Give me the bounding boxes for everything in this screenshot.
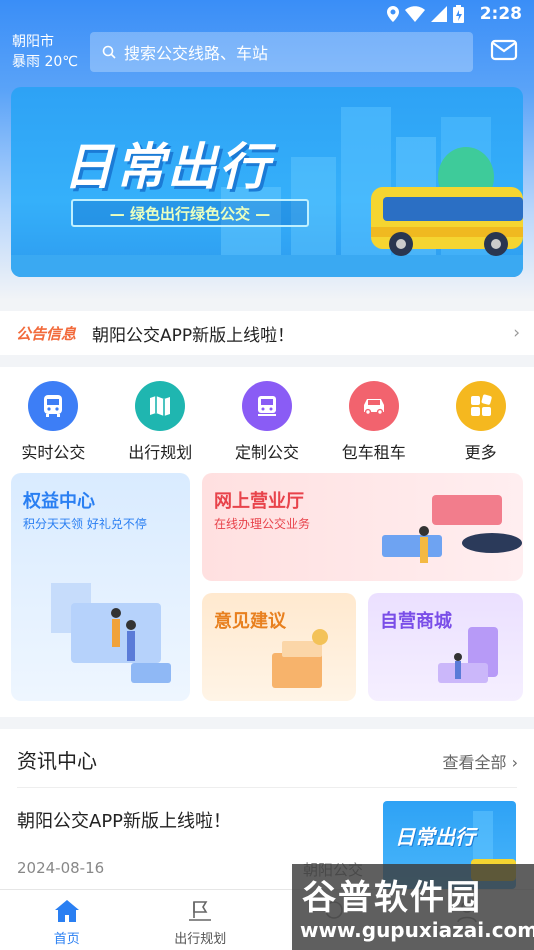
banner-subtitle: — 绿色出行绿色公交 —: [71, 199, 309, 227]
battery-icon: [453, 5, 464, 23]
feedback-illustration: [272, 629, 328, 688]
service-label: 包车租车: [341, 443, 406, 462]
thumbnail-text: 日常出行: [395, 825, 475, 849]
service-realtime-bus[interactable]: 实时公交: [0, 381, 107, 463]
status-icons: [387, 5, 464, 23]
city-weather[interactable]: 朝阳市 暴雨 20℃: [12, 32, 78, 72]
news-item-title[interactable]: 朝阳公交APP新版上线啦！: [17, 807, 231, 833]
notice-text: 朝阳公交APP新版上线啦！: [92, 325, 295, 346]
watermark-url: www.gupuxiazai.com: [300, 918, 534, 942]
wifi-icon: [405, 6, 425, 22]
mall-illustration: [438, 627, 498, 683]
mail-icon[interactable]: [490, 38, 518, 62]
view-all-label: 查看全部: [442, 753, 507, 772]
card-rights-center[interactable]: 权益中心 积分天天领 好礼兑不停: [11, 473, 190, 701]
tab-trip-planning[interactable]: 出行规划: [134, 890, 268, 950]
tab-label: 首页: [53, 932, 80, 947]
service-custom-bus[interactable]: 定制公交: [214, 381, 321, 463]
car-icon: [348, 381, 399, 431]
service-grid: 实时公交 出行规划 定制公交 包车租车 更多: [0, 381, 534, 463]
service-label: 出行规划: [128, 443, 193, 462]
service-trip-planning[interactable]: 出行规划: [107, 381, 214, 463]
tab-home[interactable]: 首页: [0, 890, 134, 950]
service-label: 实时公交: [21, 443, 86, 462]
news-item-date: 2024-08-16: [17, 859, 105, 877]
card-mall[interactable]: 自营商城: [368, 593, 523, 701]
search-icon: [102, 45, 116, 59]
notice-bar[interactable]: 公告信息 朝阳公交APP新版上线啦！ ›: [0, 311, 534, 355]
tab-label: 出行规划: [174, 932, 227, 947]
card-feedback[interactable]: 意见建议: [202, 593, 356, 701]
hall-illustration: [382, 495, 522, 563]
search-bar[interactable]: 搜索公交线路、车站: [90, 32, 473, 72]
news-view-all[interactable]: 查看全部 ›: [442, 749, 518, 773]
service-more[interactable]: 更多: [427, 381, 534, 463]
weather-text: 暴雨 20℃: [12, 54, 78, 70]
divider: [17, 787, 517, 788]
card-online-hall[interactable]: 网上营业厅 在线办理公交业务: [202, 473, 523, 581]
services-section: 实时公交 出行规划 定制公交 包车租车 更多 权益中心 积分天天领 好礼兑不停 …: [0, 367, 534, 717]
search-placeholder: 搜索公交线路、车站: [124, 44, 269, 63]
city-name: 朝阳市: [12, 34, 54, 50]
notice-tag: 公告信息: [16, 324, 77, 343]
watermark: 谷普软件园 www.gupuxiazai.com: [292, 864, 534, 950]
promo-banner[interactable]: 日常出行 — 绿色出行绿色公交 —: [11, 87, 523, 277]
rights-illustration: [51, 583, 171, 683]
home-icon: [54, 900, 79, 922]
app-header: 朝阳市 暴雨 20℃ 搜索公交线路、车站: [0, 30, 534, 74]
service-charter-rental[interactable]: 包车租车: [320, 381, 427, 463]
signal-icon: [431, 6, 447, 22]
status-bar: 2:28: [0, 0, 534, 28]
chevron-right-icon: ›: [513, 323, 520, 343]
service-label: 更多: [464, 443, 497, 462]
custom-bus-icon: [241, 381, 292, 431]
service-label: 定制公交: [234, 443, 299, 462]
location-icon: [387, 6, 399, 22]
more-grid-icon: [455, 381, 506, 431]
watermark-title: 谷普软件园: [302, 878, 482, 918]
clock: 2:28: [479, 4, 522, 24]
chevron-right-icon: ›: [511, 753, 518, 772]
route-flag-icon: [189, 901, 212, 921]
news-heading: 资讯中心: [17, 749, 97, 773]
map-icon: [135, 381, 186, 431]
bus-icon: [28, 381, 79, 431]
banner-title: 日常出行: [63, 138, 271, 196]
